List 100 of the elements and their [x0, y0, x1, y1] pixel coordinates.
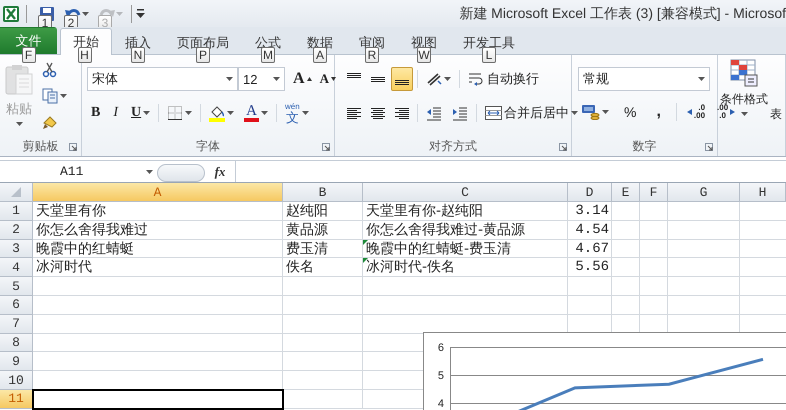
table-cell: 晚霞中的红蜻蜓-费玉清: [363, 240, 568, 258]
row-header[interactable]: 9: [0, 352, 33, 372]
left-arrow-icon: [686, 109, 692, 115]
row-header[interactable]: 4: [0, 258, 33, 278]
axis-tick-label: 5: [438, 370, 444, 382]
table-cell-text: 5.56: [574, 258, 610, 278]
caret-icon: [273, 77, 280, 81]
font-size-dropdown[interactable]: 12: [238, 67, 285, 91]
caret-icon: [602, 110, 609, 114]
bold-button[interactable]: B: [87, 101, 104, 125]
cell-borders-icon: [167, 105, 184, 121]
axis-tick-label: 4: [438, 398, 444, 410]
keytip-tooltip: L: [482, 47, 496, 63]
dialog-launcher-icon[interactable]: [69, 143, 77, 151]
copy-pages-icon: [42, 88, 58, 104]
table-cell-text: 晚霞中的红蜻蜓: [35, 240, 135, 258]
dialog-launcher-icon[interactable]: [322, 143, 330, 151]
number-format-dropdown[interactable]: 常规: [578, 67, 710, 91]
row-header[interactable]: 5: [0, 277, 33, 296]
center-align-icon: [371, 108, 385, 118]
row-header[interactable]: 10: [0, 371, 33, 390]
keytip-tooltip: P: [196, 47, 210, 63]
font-name-dropdown[interactable]: 宋体: [87, 67, 238, 91]
ribbon-label: 表: [770, 106, 782, 123]
caret-icon: [116, 12, 123, 16]
group-label: 剪贴板: [22, 138, 58, 154]
table-cell-text: 费玉清: [285, 240, 329, 258]
customize-toolbar-icon[interactable]: [136, 8, 145, 18]
table-cell-text: 天堂里有你-赵纯阳: [365, 202, 484, 221]
dialog-launcher-icon[interactable]: [705, 143, 713, 151]
table-cell-text: 冰河时代: [35, 258, 93, 278]
shrink-font-button[interactable]: A: [316, 67, 340, 91]
keytip-tooltip: F: [22, 47, 36, 63]
percent-button[interactable]: %: [617, 100, 644, 124]
column-header[interactable]: C: [363, 183, 568, 202]
angled-text-icon: [426, 71, 442, 87]
caret-icon: [698, 77, 705, 81]
keytip-tooltip: A: [313, 47, 327, 63]
caret-icon: [16, 122, 22, 126]
keytip-tooltip: R: [365, 47, 379, 63]
column-header[interactable]: F: [640, 183, 668, 202]
paintbrush-icon: [42, 114, 58, 130]
money-coins-icon: [582, 104, 600, 120]
middle-align-icon: [371, 76, 385, 82]
undo-arrow-icon: [65, 9, 81, 18]
caret-icon: [143, 111, 150, 115]
keytip-tooltip: W: [417, 47, 431, 63]
active-cell[interactable]: [33, 390, 283, 409]
name-box[interactable]: A11: [0, 161, 157, 182]
right-align-icon: [395, 108, 409, 118]
column-header[interactable]: H: [740, 183, 786, 202]
paint-bucket-icon: [209, 104, 226, 122]
font-color-button[interactable]: A: [240, 101, 272, 125]
caret-icon: [444, 77, 451, 81]
table-cell-text: 佚名: [285, 258, 315, 278]
row-header[interactable]: 3: [0, 240, 33, 258]
phonetic-guide-button[interactable]: wén 文: [280, 101, 313, 125]
small-down-triangle-icon: [330, 77, 336, 81]
caret-icon: [740, 112, 748, 116]
table-cell-text: 3.14: [574, 202, 610, 221]
axis-tick-label: 6: [438, 342, 444, 354]
column-header[interactable]: D: [568, 183, 612, 202]
clipboard-icon: [4, 64, 34, 96]
scissors-icon: [42, 62, 58, 78]
corner-triangle-icon: [11, 187, 21, 197]
wrap-text-button[interactable]: 自动换行: [464, 67, 543, 91]
grow-font-button[interactable]: A: [289, 67, 316, 91]
keytip-tooltip: M: [261, 47, 275, 63]
row-header[interactable]: 1: [0, 202, 33, 221]
excel-logo-icon: [2, 4, 20, 22]
column-header[interactable]: G: [668, 183, 740, 202]
small-up-triangle-icon: [306, 77, 312, 81]
row-header[interactable]: 2: [0, 220, 33, 240]
table-cell: 冰河时代-佚名: [363, 258, 568, 278]
dialog-launcher-icon[interactable]: [559, 143, 567, 151]
underline-button[interactable]: U: [127, 101, 154, 125]
group-label: 字体: [196, 138, 220, 154]
splitter-handle[interactable]: [157, 164, 205, 182]
table-cell-text: 4.67: [574, 240, 610, 258]
caret-icon: [260, 111, 268, 115]
indent-icon: [452, 105, 468, 121]
redo-arrow-icon: [99, 9, 115, 18]
table-cell-text: 4.54: [574, 220, 610, 240]
comma-style-button[interactable]: ,: [647, 100, 670, 124]
italic-button[interactable]: I: [106, 101, 126, 125]
window-title: 新建 Microsoft Excel 工作表 (3) [兼容模式] - Microsof: [459, 4, 786, 22]
top-align-icon: [347, 73, 361, 78]
row-header[interactable]: 7: [0, 314, 33, 334]
column-header[interactable]: B: [283, 183, 363, 202]
increase-decimal-button[interactable]: .0 .00: [682, 100, 710, 124]
row-header[interactable]: 8: [0, 334, 33, 352]
caret-icon: [60, 94, 67, 98]
column-header[interactable]: E: [612, 183, 640, 202]
table-cell-text: 黄品源: [285, 220, 329, 240]
bottom-align-button[interactable]: [391, 67, 413, 91]
wrap-text-icon: [468, 71, 485, 87]
caret-icon: [302, 111, 309, 115]
merge-center-button[interactable]: 合并后居中: [481, 101, 582, 125]
row-header[interactable]: 6: [0, 296, 33, 315]
left-align-icon: [347, 108, 361, 118]
